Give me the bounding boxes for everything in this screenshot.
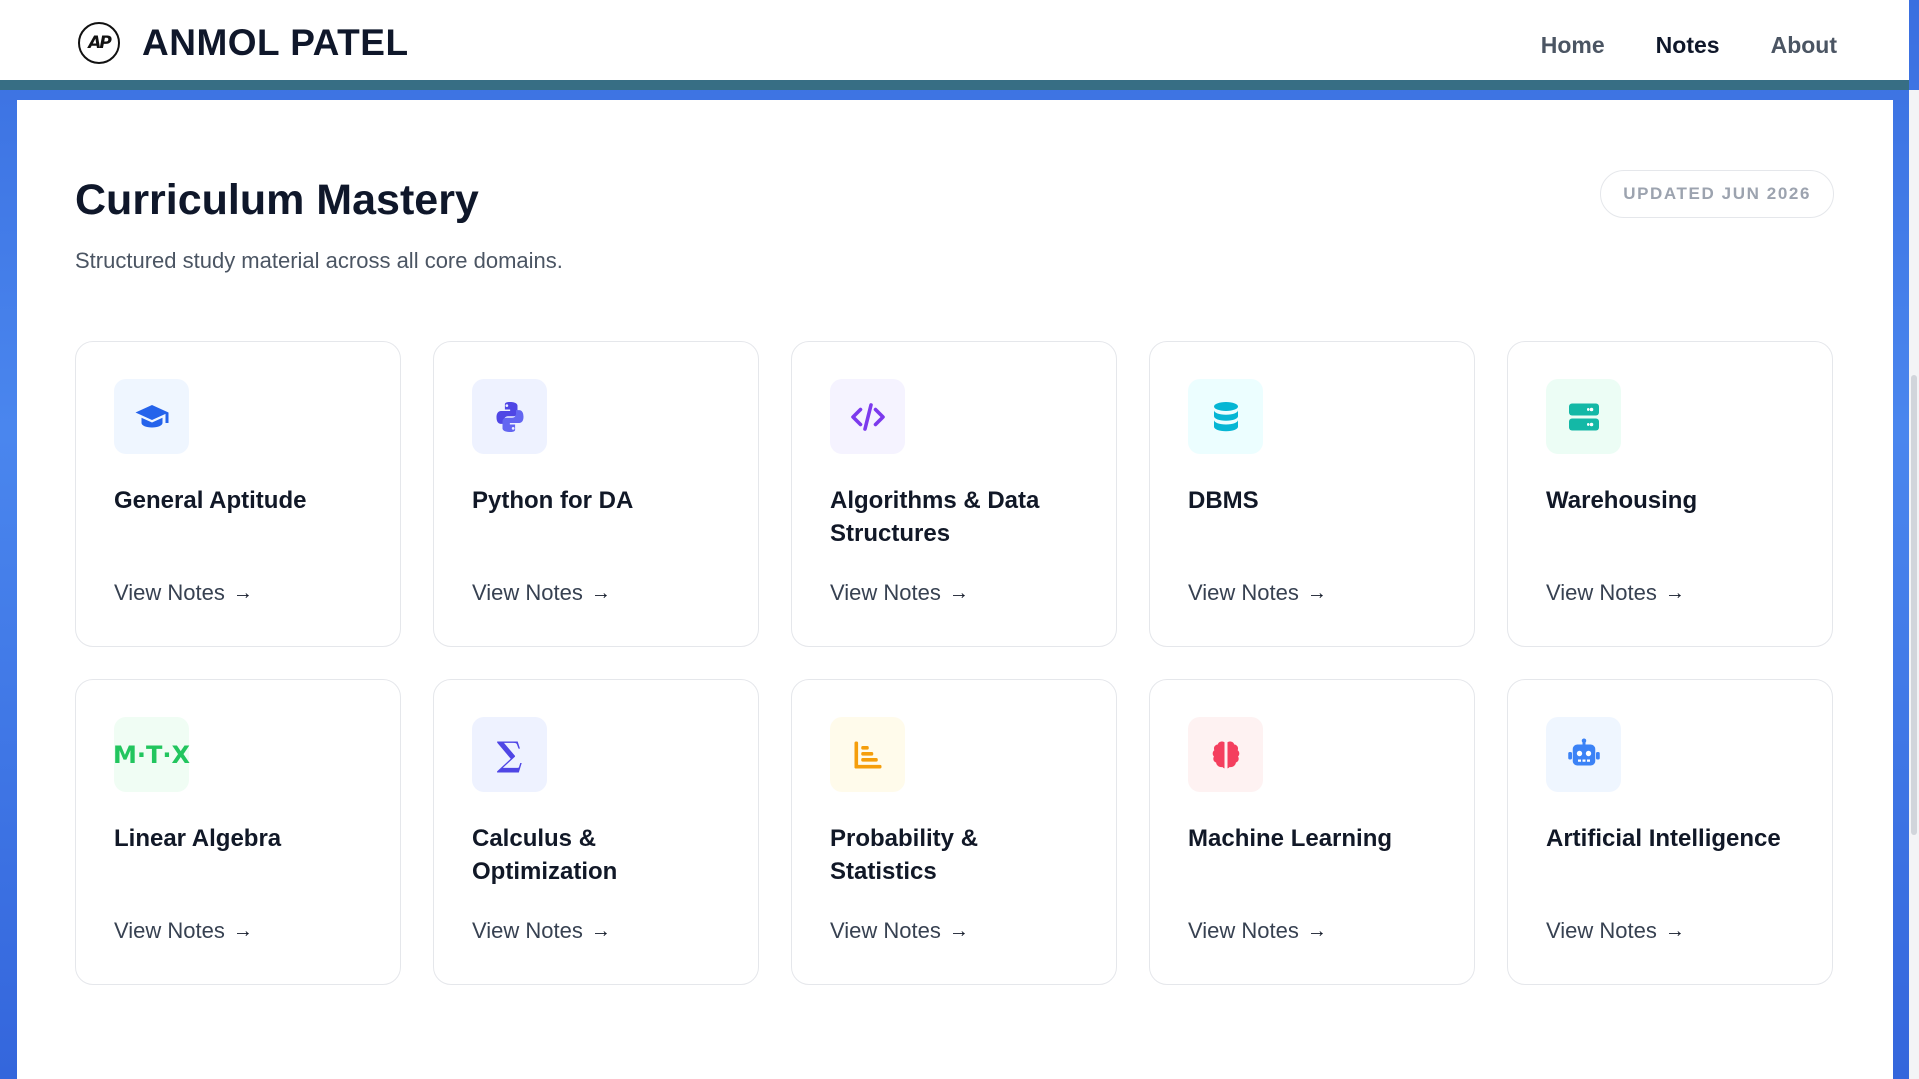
course-card-linear-algebra[interactable]: M·T·X Linear Algebra View Notes → xyxy=(75,679,401,985)
brain-icon xyxy=(1188,717,1263,792)
view-notes-link[interactable]: View Notes → xyxy=(1188,918,1327,944)
notes-panel: Curriculum Mastery Structured study mate… xyxy=(17,100,1893,1079)
view-notes-label: View Notes xyxy=(1546,918,1657,943)
arrow-right-icon: → xyxy=(232,919,253,942)
arrow-right-icon: → xyxy=(590,581,611,604)
matrix-icon: M·T·X xyxy=(113,717,190,792)
arrow-right-icon: → xyxy=(948,581,969,604)
arrow-right-icon: → xyxy=(590,919,611,942)
course-card-warehousing[interactable]: Warehousing View Notes → xyxy=(1507,341,1833,647)
course-card-artificial-intelligence[interactable]: Artificial Intelligence View Notes → xyxy=(1507,679,1833,985)
sigma-icon-text: ∑ xyxy=(496,734,523,775)
page-subtitle: Structured study material across all cor… xyxy=(75,248,563,273)
arrow-right-icon: → xyxy=(1664,581,1685,604)
view-notes-label: View Notes xyxy=(1188,580,1299,605)
course-card-machine-learning[interactable]: Machine Learning View Notes → xyxy=(1149,679,1475,985)
course-card-probability-statistics[interactable]: Probability & Statistics View Notes → xyxy=(791,679,1117,985)
course-title: Linear Algebra xyxy=(114,825,282,852)
logo-icon: AP xyxy=(78,22,120,64)
code-icon xyxy=(830,379,905,454)
view-notes-label: View Notes xyxy=(472,918,583,943)
page-scrollbar[interactable] xyxy=(1909,90,1919,1079)
view-notes-label: View Notes xyxy=(472,580,583,605)
course-title: Warehousing xyxy=(1546,487,1698,514)
course-card-general-aptitude[interactable]: General Aptitude View Notes → xyxy=(75,341,401,647)
course-card-dbms[interactable]: DBMS View Notes → xyxy=(1149,341,1475,647)
course-title: Python for DA xyxy=(472,487,634,514)
nav-about-link[interactable]: About xyxy=(1771,32,1837,59)
view-notes-link[interactable]: View Notes → xyxy=(1546,580,1685,606)
arrow-right-icon: → xyxy=(1306,919,1327,942)
sigma-icon: ∑ xyxy=(472,717,547,792)
course-title: DBMS xyxy=(1188,487,1259,514)
course-title: General Aptitude xyxy=(114,487,307,514)
view-notes-link[interactable]: View Notes → xyxy=(830,918,969,944)
brand[interactable]: AP ANMOL PATEL xyxy=(78,22,409,64)
course-title: Algorithms & Data Structures xyxy=(830,487,1040,547)
course-title: Machine Learning xyxy=(1188,825,1393,852)
nav-notes-link[interactable]: Notes xyxy=(1656,32,1720,59)
nav-home-link[interactable]: Home xyxy=(1541,32,1605,59)
python-icon xyxy=(472,379,547,454)
view-notes-link[interactable]: View Notes → xyxy=(114,580,253,606)
navbar: AP ANMOL PATEL Home Notes About xyxy=(0,0,1909,90)
main-nav: Home Notes About xyxy=(1490,32,1837,59)
database-icon xyxy=(1188,379,1263,454)
matrix-icon-text: M·T·X xyxy=(113,740,190,769)
robot-icon xyxy=(1546,717,1621,792)
arrow-right-icon: → xyxy=(1664,919,1685,942)
page-title: Curriculum Mastery xyxy=(75,176,479,224)
course-card-calculus-optimization[interactable]: ∑ Calculus & Optimization View Notes → xyxy=(433,679,759,985)
course-title: Probability & Statistics xyxy=(830,825,979,885)
view-notes-link[interactable]: View Notes → xyxy=(1546,918,1685,944)
view-notes-label: View Notes xyxy=(114,918,225,943)
course-title: Calculus & Optimization xyxy=(472,825,618,885)
chart-icon xyxy=(830,717,905,792)
course-title: Artificial Intelligence xyxy=(1546,825,1781,852)
course-card-algorithms-data-structures[interactable]: Algorithms & Data Structures View Notes → xyxy=(791,341,1117,647)
course-grid: General Aptitude View Notes → Python for … xyxy=(75,341,1833,985)
server-icon xyxy=(1546,379,1621,454)
view-notes-link[interactable]: View Notes → xyxy=(472,918,611,944)
brand-name: ANMOL PATEL xyxy=(142,22,409,63)
view-notes-label: View Notes xyxy=(114,580,225,605)
updated-badge: UPDATED JUN 2026 xyxy=(1600,170,1834,218)
view-notes-label: View Notes xyxy=(830,918,941,943)
course-card-python-for-da[interactable]: Python for DA View Notes → xyxy=(433,341,759,647)
scrollbar-thumb[interactable] xyxy=(1911,375,1917,835)
view-notes-label: View Notes xyxy=(830,580,941,605)
view-notes-link[interactable]: View Notes → xyxy=(1188,580,1327,606)
arrow-right-icon: → xyxy=(948,919,969,942)
view-notes-link[interactable]: View Notes → xyxy=(472,580,611,606)
view-notes-label: View Notes xyxy=(1546,580,1657,605)
arrow-right-icon: → xyxy=(232,581,253,604)
graduation-cap-icon xyxy=(114,379,189,454)
view-notes-link[interactable]: View Notes → xyxy=(114,918,253,944)
arrow-right-icon: → xyxy=(1306,581,1327,604)
view-notes-label: View Notes xyxy=(1188,918,1299,943)
view-notes-link[interactable]: View Notes → xyxy=(830,580,969,606)
